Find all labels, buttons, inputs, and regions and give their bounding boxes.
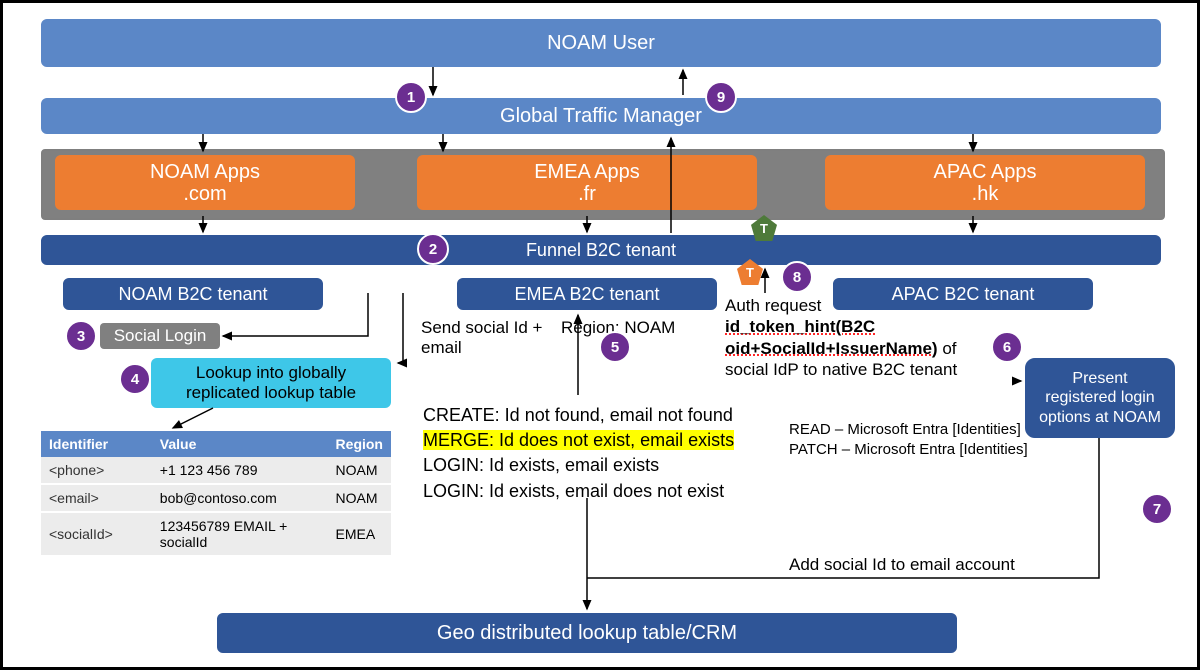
emea-tenant-box: EMEA B2C tenant: [457, 278, 717, 310]
badge-1: 1: [395, 81, 427, 113]
emea-apps-box: EMEA Apps .fr: [417, 155, 757, 210]
auth-label: Auth request id_token_hint(B2C oid+Socia…: [725, 295, 1020, 380]
noam-apps-box: NOAM Apps .com: [55, 155, 355, 210]
noam-tenant-box: NOAM B2C tenant: [63, 278, 323, 310]
th-value: Value: [152, 431, 328, 457]
table-row: <phone>+1 123 456 789NOAM: [41, 457, 391, 484]
noam-user-label: NOAM User: [547, 32, 655, 55]
badge-4: 4: [119, 363, 151, 395]
badge-2: 2: [417, 233, 449, 265]
lookup-table: Identifier Value Region <phone>+1 123 45…: [41, 431, 391, 557]
badge-6: 6: [991, 331, 1023, 363]
noam-apps-l1: NOAM Apps: [150, 161, 260, 183]
gtm-label: Global Traffic Manager: [500, 105, 702, 128]
badge-9: 9: [705, 81, 737, 113]
badge-3: 3: [65, 320, 97, 352]
geo-label: Geo distributed lookup table/CRM: [437, 622, 737, 645]
gtm-box: Global Traffic Manager: [41, 98, 1161, 134]
funnel-box: Funnel B2C tenant: [41, 235, 1161, 265]
patch-label: PATCH – Microsoft Entra [Identities]: [789, 441, 1028, 458]
apac-apps-l2: .hk: [972, 183, 999, 205]
social-login-box: Social Login: [100, 323, 220, 349]
send-label: Send social Id + email: [421, 318, 542, 359]
noam-apps-l2: .com: [183, 183, 226, 205]
badge-5: 5: [599, 331, 631, 363]
present-l1: Present: [1072, 369, 1127, 388]
table-row: <email>bob@contoso.comNOAM: [41, 484, 391, 512]
emea-tenant-label: EMEA B2C tenant: [514, 284, 659, 305]
present-l2: registered login: [1045, 388, 1154, 407]
apac-apps-l1: APAC Apps: [933, 161, 1036, 183]
rules-list: CREATE: Id not found, email not found ME…: [423, 403, 734, 504]
rule-login2: LOGIN: Id exists, email does not exist: [423, 479, 734, 504]
noam-tenant-label: NOAM B2C tenant: [118, 284, 267, 305]
read-label: READ – Microsoft Entra [Identities]: [789, 421, 1021, 438]
th-identifier: Identifier: [41, 431, 152, 457]
rule-create: CREATE: Id not found, email not found: [423, 403, 734, 428]
funnel-label: Funnel B2C tenant: [526, 240, 676, 261]
geo-box: Geo distributed lookup table/CRM: [217, 613, 957, 653]
social-login-label: Social Login: [114, 326, 207, 346]
present-box: Present registered login options at NOAM: [1025, 358, 1175, 438]
diagram-canvas: NOAM User Global Traffic Manager NOAM Ap…: [0, 0, 1200, 670]
rule-merge: MERGE: Id does not exist, email exists: [423, 430, 734, 450]
present-l3: options at NOAM: [1039, 408, 1161, 427]
apac-apps-box: APAC Apps .hk: [825, 155, 1145, 210]
table-row: <socialId>123456789 EMAIL + socialIdEMEA: [41, 512, 391, 556]
noam-user-box: NOAM User: [41, 19, 1161, 67]
emea-apps-l1: EMEA Apps: [534, 161, 640, 183]
lookup-l2: replicated lookup table: [186, 383, 356, 403]
lookup-l1: Lookup into globally: [196, 363, 346, 383]
badge-7: 7: [1141, 493, 1173, 525]
add-social-label: Add social Id to email account: [789, 555, 1015, 575]
rule-login1: LOGIN: Id exists, email exists: [423, 453, 734, 478]
badge-8: 8: [781, 261, 813, 293]
th-region: Region: [328, 431, 391, 457]
emea-apps-l2: .fr: [578, 183, 596, 205]
lookup-box: Lookup into globally replicated lookup t…: [151, 358, 391, 408]
